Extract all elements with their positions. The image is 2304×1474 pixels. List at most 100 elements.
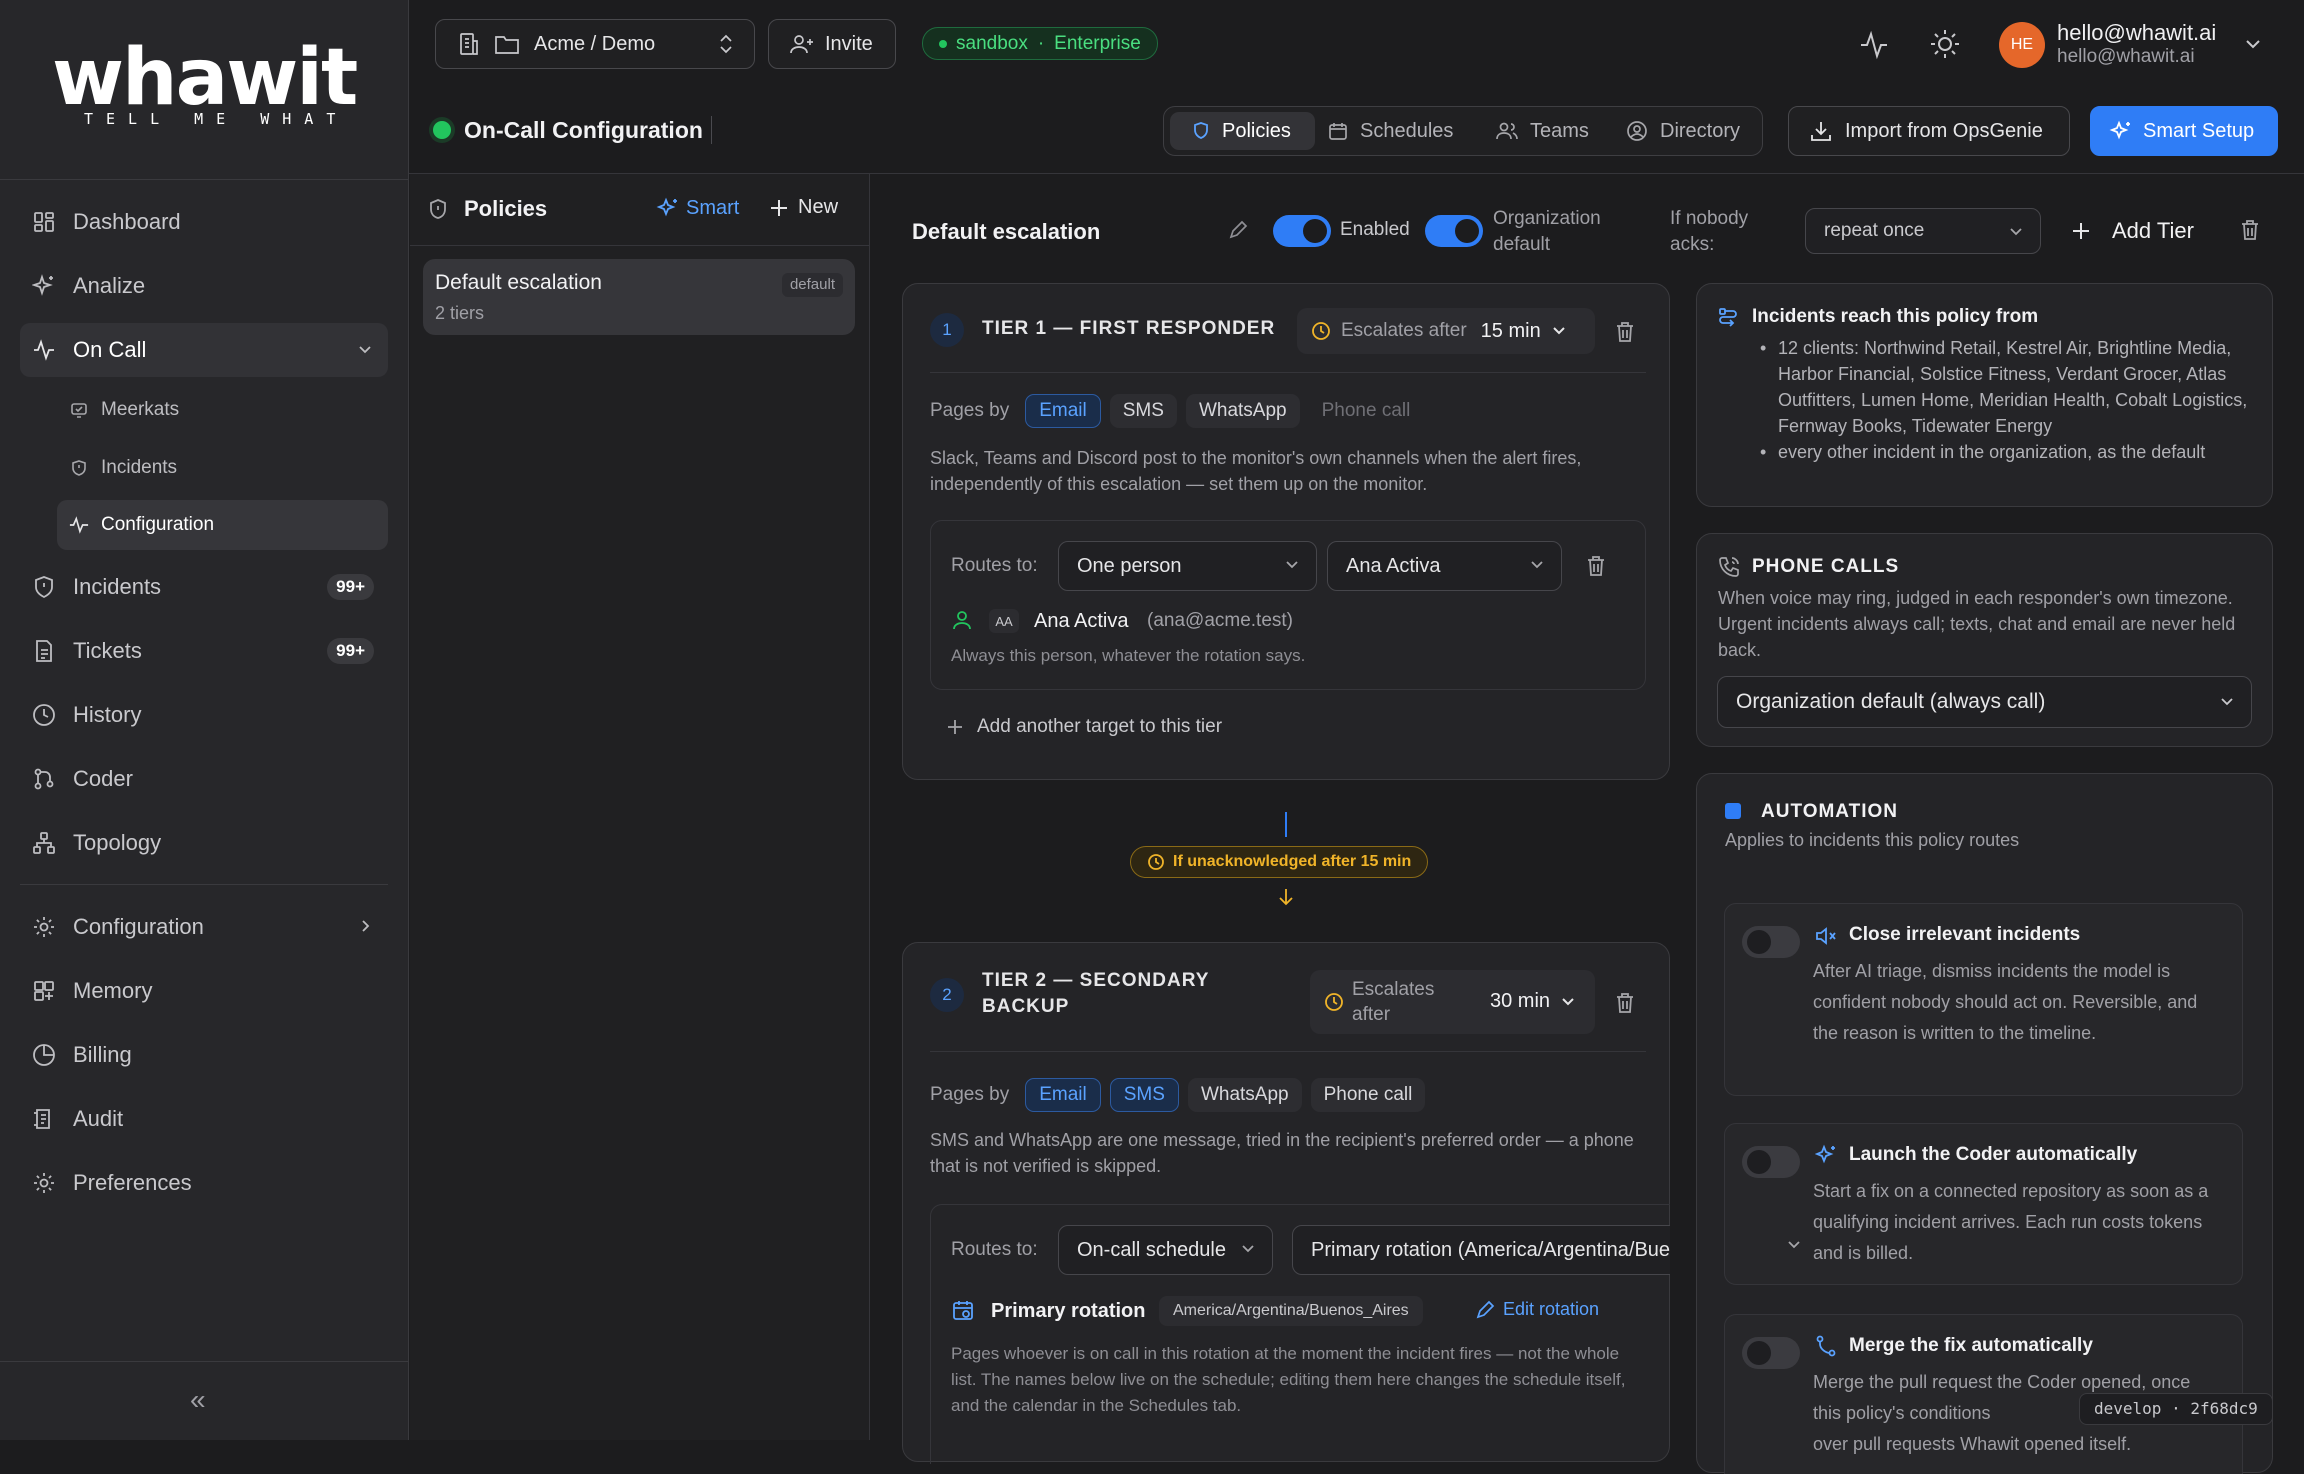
merge-fix-toggle[interactable] [1742, 1337, 1800, 1369]
workspace-selector[interactable]: Acme / Demo [435, 19, 755, 69]
delete-policy-icon[interactable] [2239, 218, 2261, 242]
add-target-button[interactable]: Add another target to this tier [945, 716, 1222, 738]
tier-note: SMS and WhatsApp are one message, tried … [930, 1130, 1634, 1176]
route-type-select[interactable]: One person [1058, 541, 1317, 591]
sidebar-item-label: On Call [73, 337, 147, 362]
sidebar-item-label: Billing [73, 1042, 132, 1067]
sidebar-item-billing[interactable]: Billing [20, 1028, 388, 1082]
sidebar-sub-meerkats[interactable]: Meerkats [57, 385, 388, 435]
timezone-chip: America/Argentina/Buenos_Aires [1159, 1296, 1423, 1326]
sidebar-item-configuration[interactable]: Configuration [20, 900, 388, 954]
divider [930, 1051, 1646, 1052]
tab-teams[interactable]: Teams [1496, 112, 1589, 150]
nobody-acks-label: If nobody acks: [1670, 208, 1749, 255]
escalates-after-select[interactable]: Escalates after 30 min [1310, 970, 1595, 1034]
sidebar-item-topology[interactable]: Topology [20, 816, 388, 870]
add-tier-button[interactable]: Add Tier [2070, 218, 2194, 244]
policy-list-item[interactable]: Default escalation 2 tiers default [423, 259, 855, 335]
new-policy-button[interactable]: New [768, 196, 838, 219]
enabled-toggle[interactable] [1273, 215, 1331, 247]
route-target-select[interactable]: Primary rotation (America/Argentina/Buen [1292, 1225, 1670, 1275]
activity-icon[interactable] [1858, 28, 1890, 60]
channel-sms[interactable]: SMS [1109, 394, 1177, 428]
invite-button[interactable]: Invite [768, 19, 896, 69]
channel-email[interactable]: Email [1025, 1078, 1101, 1112]
channel-email[interactable]: Email [1025, 394, 1101, 428]
status-dot [939, 39, 947, 48]
sidebar-item-audit[interactable]: Audit [20, 1092, 388, 1146]
phone-policy-select[interactable]: Organization default (always call) [1717, 676, 2252, 728]
calendar-icon [1328, 121, 1348, 141]
collapse-sidebar-button[interactable]: « [190, 1384, 206, 1416]
title-divider [711, 116, 712, 144]
sidebar-sub-incidents[interactable]: Incidents [57, 443, 388, 493]
tab-schedules[interactable]: Schedules [1328, 112, 1453, 150]
delete-tier-icon[interactable] [1614, 320, 1636, 344]
sidebar-sub-label: Incidents [101, 457, 178, 478]
sparkles-icon [656, 196, 680, 220]
sidebar-item-preferences[interactable]: Preferences [20, 1156, 388, 1210]
audit-icon [31, 1106, 57, 1132]
route-type-select[interactable]: On-call schedule [1058, 1225, 1273, 1275]
channel-phone[interactable]: Phone call [1310, 1078, 1426, 1112]
channel-whatsapp[interactable]: WhatsApp [1185, 394, 1300, 428]
building-icon [456, 31, 482, 57]
channel-sms[interactable]: SMS [1109, 1078, 1179, 1112]
launch-coder-toggle[interactable] [1742, 1146, 1800, 1178]
sidebar-item-dashboard[interactable]: Dashboard [20, 195, 388, 249]
phone-calls-card: PHONE CALLS When voice may ring, judged … [1696, 533, 2273, 747]
smart-policy-button[interactable]: Smart [656, 196, 739, 220]
pie-icon [31, 1042, 57, 1068]
select-value: One person [1077, 554, 1182, 577]
automation-desc: Applies to incidents this policy routes [1725, 830, 2020, 850]
chevron-down-icon[interactable] [2243, 36, 2263, 52]
tier-title: TIER 1 — FIRST RESPONDER [982, 318, 1276, 339]
automation-item: Close irrelevant incidents After AI tria… [1724, 903, 2243, 1096]
nobody-acks-select[interactable]: repeat once [1805, 208, 2041, 254]
tier-title: TIER 2 — SECONDARY [982, 970, 1210, 991]
sidebar-sub-configuration[interactable]: Configuration [57, 500, 388, 550]
sidebar-item-on-call[interactable]: On Call [20, 323, 388, 377]
download-icon [1809, 119, 1833, 143]
close-irrelevant-toggle[interactable] [1742, 926, 1800, 958]
sidebar-item-history[interactable]: History [20, 688, 388, 742]
automation-item-title: Launch the Coder automatically [1849, 1144, 2138, 1165]
sidebar-item-analize[interactable]: Analize [20, 259, 388, 313]
user-icon [951, 609, 973, 631]
tab-directory[interactable]: Directory [1626, 112, 1740, 150]
import-opsgenie-button[interactable]: Import from OpsGenie [1788, 106, 2070, 156]
delete-tier-icon[interactable] [1614, 991, 1636, 1015]
theme-toggle-icon[interactable] [1929, 28, 1961, 60]
sidebar-item-tickets[interactable]: Tickets 99+ [20, 624, 388, 678]
sidebar-item-incidents[interactable]: Incidents 99+ [20, 560, 388, 614]
workspace-name: Acme / Demo [534, 32, 656, 55]
sidebar-item-label: Analize [73, 273, 146, 298]
sidebar-item-memory[interactable]: Memory [20, 964, 388, 1018]
user-plus-icon [789, 32, 815, 56]
channel-phone[interactable]: Phone call [1309, 394, 1424, 428]
sidebar-item-coder[interactable]: Coder [20, 752, 388, 806]
connector-line [1285, 812, 1287, 837]
plan-label: Enterprise [1054, 32, 1141, 54]
route-target-select[interactable]: Ana Activa [1327, 541, 1562, 591]
divider [410, 245, 870, 246]
edit-icon[interactable] [1228, 220, 1248, 240]
sidebar-item-label: Configuration [73, 914, 204, 939]
chevron-down-icon[interactable] [1786, 1238, 1802, 1252]
tab-policies[interactable]: Policies [1170, 112, 1315, 150]
tab-label: Teams [1530, 119, 1589, 142]
channel-whatsapp[interactable]: WhatsApp [1187, 1078, 1302, 1112]
tab-label: Directory [1660, 119, 1741, 142]
smart-setup-button[interactable]: Smart Setup [2090, 106, 2278, 156]
avatar[interactable]: HE [1999, 22, 2045, 68]
phone-calls-desc: When voice may ring, judged in each resp… [1718, 588, 2236, 660]
org-default-toggle[interactable] [1425, 215, 1483, 247]
gear-icon [31, 1170, 57, 1196]
route-box: Routes to: On-call schedule Primary rota… [930, 1204, 1670, 1464]
automation-item-desc: Start a fix on a connected repository as… [1813, 1181, 2209, 1263]
escalates-after-select[interactable]: Escalates after 15 min [1297, 308, 1595, 354]
routes-to-label: Routes to: [951, 555, 1038, 576]
tier-2-card: 2 TIER 2 — SECONDARY BACKUP Escalates af… [902, 942, 1670, 1464]
delete-target-icon[interactable] [1585, 554, 1607, 578]
edit-rotation-link[interactable]: Edit rotation [1475, 1299, 1599, 1320]
